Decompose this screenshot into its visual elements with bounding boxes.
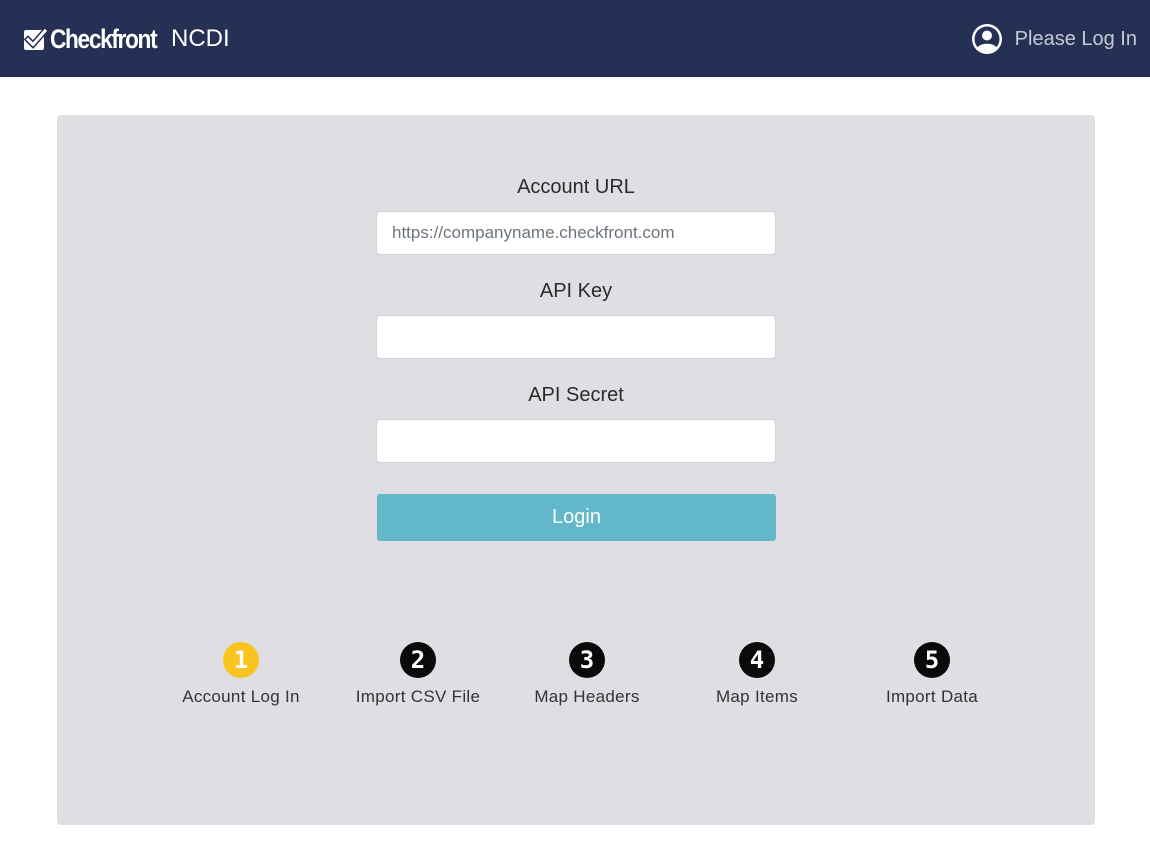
api-key-label: API Key [539, 280, 613, 302]
brand-logo[interactable]: Checkfront [24, 24, 177, 54]
app-name: NCDI [171, 25, 230, 52]
login-menu[interactable]: Please Log In [971, 21, 1137, 57]
account-url-input[interactable] [376, 211, 776, 255]
step-2-label: Import CSV File [355, 687, 481, 706]
step-import-data: 5 Import Data [842, 642, 1022, 707]
user-circle-icon [971, 24, 1002, 54]
step-import-csv-file: 2 Import CSV File [328, 642, 508, 707]
api-key-input[interactable] [376, 315, 776, 359]
step-2-badge: 2 [400, 642, 436, 678]
login-button[interactable]: Login [377, 494, 776, 541]
brand-name: Checkfront [50, 24, 158, 54]
step-account-log-in: 1 Account Log In [151, 642, 331, 707]
login-status-label: Please Log In [1014, 28, 1137, 50]
step-4-badge: 4 [739, 642, 775, 678]
step-map-headers: 3 Map Headers [497, 642, 677, 707]
step-5-badge: 5 [914, 642, 950, 678]
checkbox-check-icon [24, 27, 47, 50]
step-map-items: 4 Map Items [667, 642, 847, 707]
step-1-badge: 1 [223, 642, 259, 678]
step-1-label: Account Log In [182, 687, 300, 706]
step-4-label: Map Items [715, 687, 799, 706]
api-secret-input[interactable] [376, 419, 776, 463]
step-3-label: Map Headers [534, 687, 640, 706]
account-url-label: Account URL [517, 176, 635, 198]
api-secret-label: API Secret [528, 384, 624, 406]
top-navbar: Checkfront NCDI Please Log In [0, 0, 1150, 77]
login-panel: Account URL API Key API Secret Login 1 A… [57, 115, 1095, 825]
step-3-badge: 3 [569, 642, 605, 678]
step-5-label: Import Data [885, 687, 979, 706]
